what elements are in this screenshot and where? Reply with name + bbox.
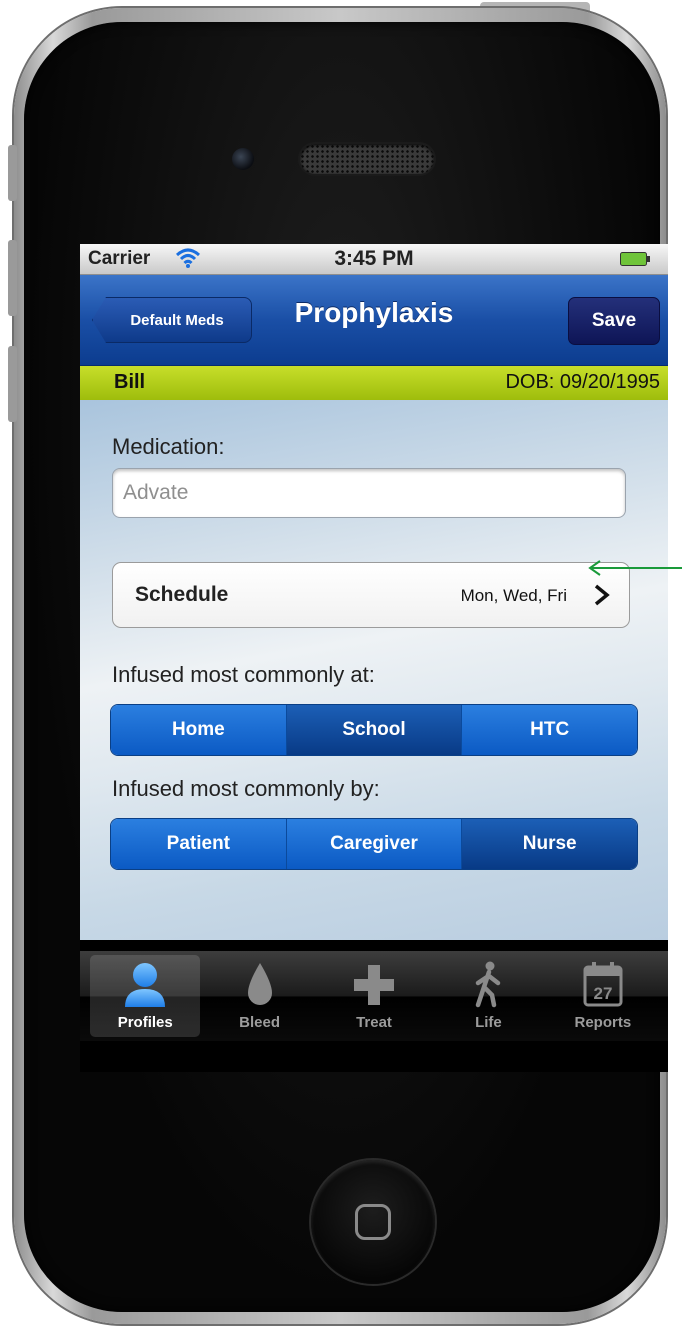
volume-up-button (8, 240, 17, 316)
tab-label-profiles: Profiles (117, 1014, 173, 1031)
tab-life[interactable]: Life (433, 955, 543, 1037)
tab-bar: Profiles Bleed Treat Life 27 Reports (80, 951, 668, 1041)
tab-bleed[interactable]: Bleed (204, 955, 314, 1037)
medication-label: Medication: (112, 434, 225, 459)
schedule-value: Mon, Wed, Fri (460, 586, 567, 605)
walking-person-icon (476, 961, 501, 1008)
patient-name: Bill (114, 371, 146, 393)
tab-label-life: Life (475, 1014, 502, 1031)
patient-bar: Bill DOB: 09/20/1995 (80, 366, 668, 400)
annotation-arrow-icon (588, 560, 682, 576)
page-title: Prophylaxis (294, 297, 454, 328)
tab-label-reports: Reports (574, 1014, 632, 1031)
drop-icon (247, 963, 272, 1005)
tab-profiles[interactable]: Profiles (90, 955, 201, 1037)
patient-dob: DOB: 09/20/1995 (505, 371, 660, 393)
segment-nurse[interactable]: Nurse (462, 819, 637, 869)
calendar-day: 27 (593, 984, 612, 1003)
tab-reports[interactable]: 27 Reports (548, 955, 658, 1037)
chevron-right-icon (594, 584, 610, 606)
home-button[interactable] (311, 1160, 435, 1284)
phone-body: Carrier 3:45 PM Default Meds Prophylaxis… (24, 22, 668, 1312)
segment-school[interactable]: School (286, 705, 463, 755)
volume-down-button (8, 346, 17, 422)
schedule-label: Schedule (135, 583, 229, 606)
infused-by-label: Infused most commonly by: (112, 776, 380, 801)
calendar-icon: 27 (583, 962, 623, 1007)
schedule-row[interactable]: Schedule Mon, Wed, Fri (112, 562, 630, 628)
segment-htc[interactable]: HTC (462, 705, 637, 755)
navigation-bar: Default Meds Prophylaxis Save (80, 275, 668, 366)
mute-switch (8, 145, 17, 201)
speaker-grille (300, 144, 434, 174)
segment-patient[interactable]: Patient (111, 819, 287, 869)
infused-at-label: Infused most commonly at: (112, 662, 375, 687)
infused-by-segmented-control: Patient Caregiver Nurse (110, 818, 638, 870)
tab-label-treat: Treat (356, 1014, 392, 1031)
status-time: 3:45 PM (334, 247, 414, 270)
segment-caregiver[interactable]: Caregiver (286, 819, 463, 869)
medication-input[interactable] (112, 468, 626, 518)
home-square-icon (355, 1204, 391, 1240)
main-content: Medication: Schedule Mon, Wed, Fri Infus… (80, 400, 668, 940)
back-button[interactable]: Default Meds (92, 297, 252, 343)
save-button[interactable]: Save (568, 297, 660, 345)
infused-at-segmented-control: Home School HTC (110, 704, 638, 756)
camera-icon (232, 148, 254, 170)
tab-label-bleed: Bleed (239, 1014, 281, 1031)
tab-treat[interactable]: Treat (319, 955, 429, 1037)
screen-bottom-strip (80, 1041, 668, 1072)
status-bar: Carrier 3:45 PM (80, 244, 668, 275)
cross-icon (354, 965, 395, 1005)
segment-home[interactable]: Home (111, 705, 287, 755)
phone-screen: Carrier 3:45 PM Default Meds Prophylaxis… (80, 244, 668, 1072)
person-icon (125, 963, 166, 1007)
battery-icon (620, 252, 650, 266)
